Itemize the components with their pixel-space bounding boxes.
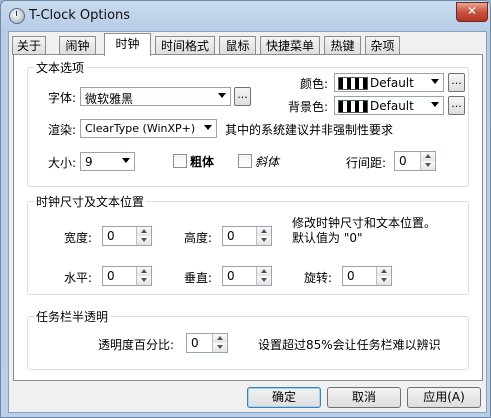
color-swatch-icon [338, 77, 368, 90]
tab-clock[interactable]: 时钟 [104, 33, 151, 56]
rotate-spinner[interactable]: 0 [342, 266, 392, 286]
tab-hotkeys[interactable]: 热键 [324, 36, 361, 55]
ok-button[interactable]: 确定 [247, 387, 321, 408]
color-label: 颜色: [300, 77, 329, 91]
bgcolor-browse-button[interactable]: ... [448, 96, 465, 115]
transparency-value: 0 [191, 336, 199, 350]
size-value: 9 [85, 155, 93, 169]
color-select[interactable]: Default [334, 73, 444, 92]
transparency-label: 透明度百分比: [98, 338, 175, 352]
tab-quick-menu[interactable]: 快捷菜单 [260, 36, 320, 55]
italic-checkbox[interactable] [238, 154, 252, 168]
render-value: ClearType (WinXP+) [85, 122, 196, 135]
font-browse-button[interactable]: ... [234, 87, 251, 106]
tab-time-format[interactable]: 时间格式 [155, 36, 215, 55]
group-title: 任务栏半透明 [34, 308, 111, 325]
line-spacing-label: 行间距: [346, 156, 387, 170]
horizontal-label: 水平: [64, 271, 93, 285]
spin-down-icon[interactable] [136, 276, 151, 285]
tab-about[interactable]: 关于 [12, 36, 46, 55]
horizontal-spinner[interactable]: 0 [102, 266, 152, 286]
chevron-down-icon [204, 125, 212, 130]
transparency-note: 设置超过85%会让任务栏难以辨识 [258, 338, 441, 352]
vertical-label: 垂直: [184, 271, 213, 285]
line-spacing-spinner[interactable]: 0 [394, 151, 436, 171]
clock-size-group: 时钟尺寸及文本位置 宽度: 0 高度: 0 修改时钟尺寸和文本位置。 默认值为 … [27, 193, 469, 295]
spin-down-icon[interactable] [256, 236, 271, 245]
tab-alarm[interactable]: 闹钟 [59, 36, 96, 55]
color-value: Default [370, 76, 414, 90]
width-label: 宽度: [64, 231, 93, 245]
height-spinner[interactable]: 0 [222, 226, 272, 246]
spin-down-icon[interactable] [256, 276, 271, 285]
color-browse-button[interactable]: ... [448, 73, 465, 92]
spin-down-icon[interactable] [212, 343, 227, 352]
size-note-line2: 默认值为 "0" [292, 231, 363, 245]
title-bar[interactable]: T-Clock Options ✕ [1, 1, 490, 31]
chevron-down-icon [122, 158, 130, 163]
font-select[interactable]: 微软雅黑 [80, 87, 231, 106]
group-title: 文本选项 [34, 59, 87, 76]
line-spacing-value: 0 [399, 154, 407, 168]
render-note: 其中的系统建议并非强制性要求 [225, 123, 394, 137]
italic-label: 斜体 [255, 155, 280, 169]
clock-tab-panel: 文本选项 字体: 微软雅黑 ... 颜色: Default ... 背景色: D… [13, 54, 483, 381]
rotate-label: 旋转: [304, 271, 333, 285]
chevron-down-icon [431, 79, 439, 84]
transparency-spinner[interactable]: 0 [186, 333, 228, 353]
tab-misc[interactable]: 杂项 [365, 36, 400, 55]
chevron-down-icon [218, 93, 226, 98]
options-window: T-Clock Options ✕ 关于 闹钟 时钟 时间格式 鼠标 快捷菜单 … [0, 0, 491, 418]
tab-mouse[interactable]: 鼠标 [219, 36, 256, 55]
font-value: 微软雅黑 [85, 92, 134, 106]
size-label: 大小: [48, 156, 77, 170]
render-label: 渲染: [48, 123, 77, 137]
bgcolor-value: Default [370, 99, 414, 113]
transparency-group: 任务栏半透明 透明度百分比: 0 设置超过85%会让任务栏难以辨识 [27, 308, 469, 370]
size-select[interactable]: 9 [80, 152, 135, 171]
vertical-value: 0 [227, 269, 235, 283]
width-spinner[interactable]: 0 [102, 226, 152, 246]
cancel-button[interactable]: 取消 [327, 387, 401, 408]
dialog-client: 关于 闹钟 时钟 时间格式 鼠标 快捷菜单 热键 杂项 文本选项 字体: 微软雅… [8, 31, 487, 413]
rotate-value: 0 [347, 269, 355, 283]
chevron-down-icon [431, 102, 439, 107]
width-value: 0 [107, 229, 115, 243]
spin-down-icon[interactable] [136, 236, 151, 245]
window-title: T-Clock Options [29, 8, 131, 23]
bgcolor-label: 背景色: [288, 100, 329, 114]
font-label: 字体: [48, 91, 77, 105]
height-label: 高度: [184, 231, 213, 245]
spin-down-icon[interactable] [376, 276, 391, 285]
horizontal-value: 0 [107, 269, 115, 283]
render-select[interactable]: ClearType (WinXP+) [80, 119, 217, 138]
text-options-group: 文本选项 字体: 微软雅黑 ... 颜色: Default ... 背景色: D… [27, 59, 469, 187]
bgcolor-swatch-icon [338, 100, 368, 113]
bold-label: 粗体 [190, 155, 215, 169]
clock-app-icon [9, 8, 25, 24]
close-button[interactable]: ✕ [456, 2, 488, 22]
apply-button[interactable]: 应用(A) [407, 387, 481, 408]
height-value: 0 [227, 229, 235, 243]
group-title: 时钟尺寸及文本位置 [34, 193, 147, 210]
bgcolor-select[interactable]: Default [334, 96, 444, 115]
vertical-spinner[interactable]: 0 [222, 266, 272, 286]
bold-checkbox[interactable] [173, 154, 187, 168]
spin-down-icon[interactable] [420, 161, 435, 170]
